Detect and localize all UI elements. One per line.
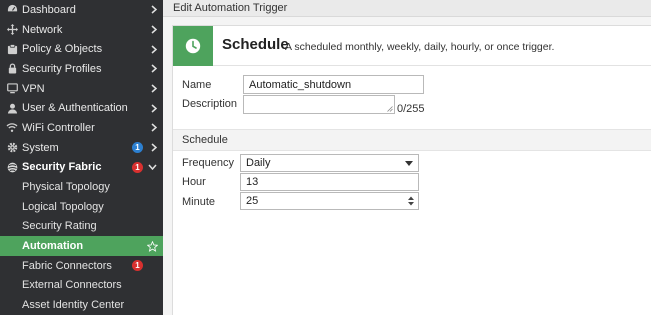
page-title-bar: Edit Automation Trigger [163,0,651,17]
trigger-description: A scheduled monthly, weekly, daily, hour… [285,41,555,53]
sidebar-item-label: Policy & Objects [22,43,103,56]
sidebar-subitem-physical-topology[interactable]: Physical Topology [0,177,163,197]
sidebar-item-security-fabric[interactable]: Security Fabric 1 [0,158,163,178]
chevron-right-icon [151,98,157,118]
user-icon [6,102,18,114]
sidebar-item-label: Security Fabric [22,161,102,174]
sidebar-subitem-label: Automation [22,240,84,253]
page-title: Edit Automation Trigger [173,2,288,14]
sidebar-subitem-label: Fabric Connectors [22,259,112,272]
sidebar-subitem-label: Logical Topology [22,200,104,213]
chevron-right-icon [151,138,157,158]
sidebar-item-dashboard[interactable]: Dashboard [0,0,163,20]
sidebar-item-security-profiles[interactable]: Security Profiles [0,59,163,79]
sidebar-subitem-asset-identity-center[interactable]: Asset Identity Center [0,295,163,315]
sidebar-item-label: System [22,141,59,154]
sidebar-subitem-label: Physical Topology [22,181,110,194]
sidebar-item-label: WiFi Controller [22,121,95,134]
sidebar-subitem-automation[interactable]: Automation [0,236,163,256]
trigger-header: Schedule A scheduled monthly, weekly, da… [173,26,651,66]
monitor-icon [6,83,18,95]
hour-label: Hour [182,176,206,188]
sidebar-subitem-external-connectors[interactable]: External Connectors [0,276,163,296]
frequency-select-value: Daily [246,157,271,169]
gear-icon [6,142,18,154]
sidebar-subitem-logical-topology[interactable]: Logical Topology [0,197,163,217]
name-input[interactable]: Automatic_shutdown [243,75,424,94]
sidebar-item-vpn[interactable]: VPN [0,79,163,99]
description-textarea[interactable] [243,95,395,114]
sidebar-item-user-authentication[interactable]: User & Authentication [0,98,163,118]
dashboard-icon [6,4,18,16]
sidebar: Dashboard Network Policy & Objects Secur… [0,0,163,315]
trigger-title: Schedule [222,36,289,53]
main-content: Edit Automation Trigger Schedule A sched… [163,0,651,315]
chevron-right-icon [151,39,157,59]
number-stepper-icon[interactable] [408,193,414,209]
notification-badge: 1 [132,259,143,271]
description-label: Description [182,98,238,110]
schedule-section-header: Schedule [173,129,651,151]
wifi-icon [6,122,18,134]
hour-input-value: 13 [246,176,259,188]
chevron-right-icon [151,20,157,40]
schedule-section-title: Schedule [182,134,228,146]
resize-handle-icon[interactable] [387,106,393,112]
chevron-right-icon [151,118,157,138]
sidebar-item-label: User & Authentication [22,102,128,115]
sidebar-subitem-security-rating[interactable]: Security Rating [0,217,163,237]
lock-icon [6,63,18,75]
minute-input-value: 25 [246,195,259,207]
sidebar-item-label: VPN [22,82,45,95]
name-input-value: Automatic_shutdown [249,78,352,91]
frequency-select[interactable]: Daily [240,154,419,172]
name-label: Name [182,79,212,91]
sidebar-subitem-fabric-connectors[interactable]: Fabric Connectors 1 [0,256,163,276]
chevron-right-icon [151,59,157,79]
sidebar-item-label: Security Profiles [22,62,102,75]
notification-badge: 1 [132,161,143,173]
minute-label: Minute [182,196,216,208]
sidebar-subitem-label: External Connectors [22,279,122,292]
trigger-panel: Schedule A scheduled monthly, weekly, da… [172,25,651,315]
sidebar-subitem-label: Security Rating [22,220,97,233]
sidebar-item-label: Network [22,23,63,36]
policy-icon [6,43,18,55]
network-icon [6,24,18,36]
hour-input[interactable]: 13 [240,173,419,191]
notification-badge: 1 [132,141,143,153]
sidebar-subitem-label: Asset Identity Center [22,299,125,312]
chevron-right-icon [151,0,157,20]
sidebar-item-label: Dashboard [22,3,76,16]
sidebar-item-network[interactable]: Network [0,20,163,40]
favorite-star-icon[interactable] [147,236,158,256]
frequency-label: Frequency [182,157,234,169]
caret-down-icon [405,155,413,171]
description-counter: 0/255 [397,103,425,115]
fabric-icon [6,161,18,173]
sidebar-item-policy-objects[interactable]: Policy & Objects [0,39,163,59]
chevron-right-icon [151,79,157,99]
sidebar-item-system[interactable]: System 1 [0,138,163,158]
sidebar-item-wifi-controller[interactable]: WiFi Controller [0,118,163,138]
minute-input[interactable]: 25 [240,192,419,210]
clock-icon [173,26,213,66]
chevron-down-icon [148,158,157,178]
